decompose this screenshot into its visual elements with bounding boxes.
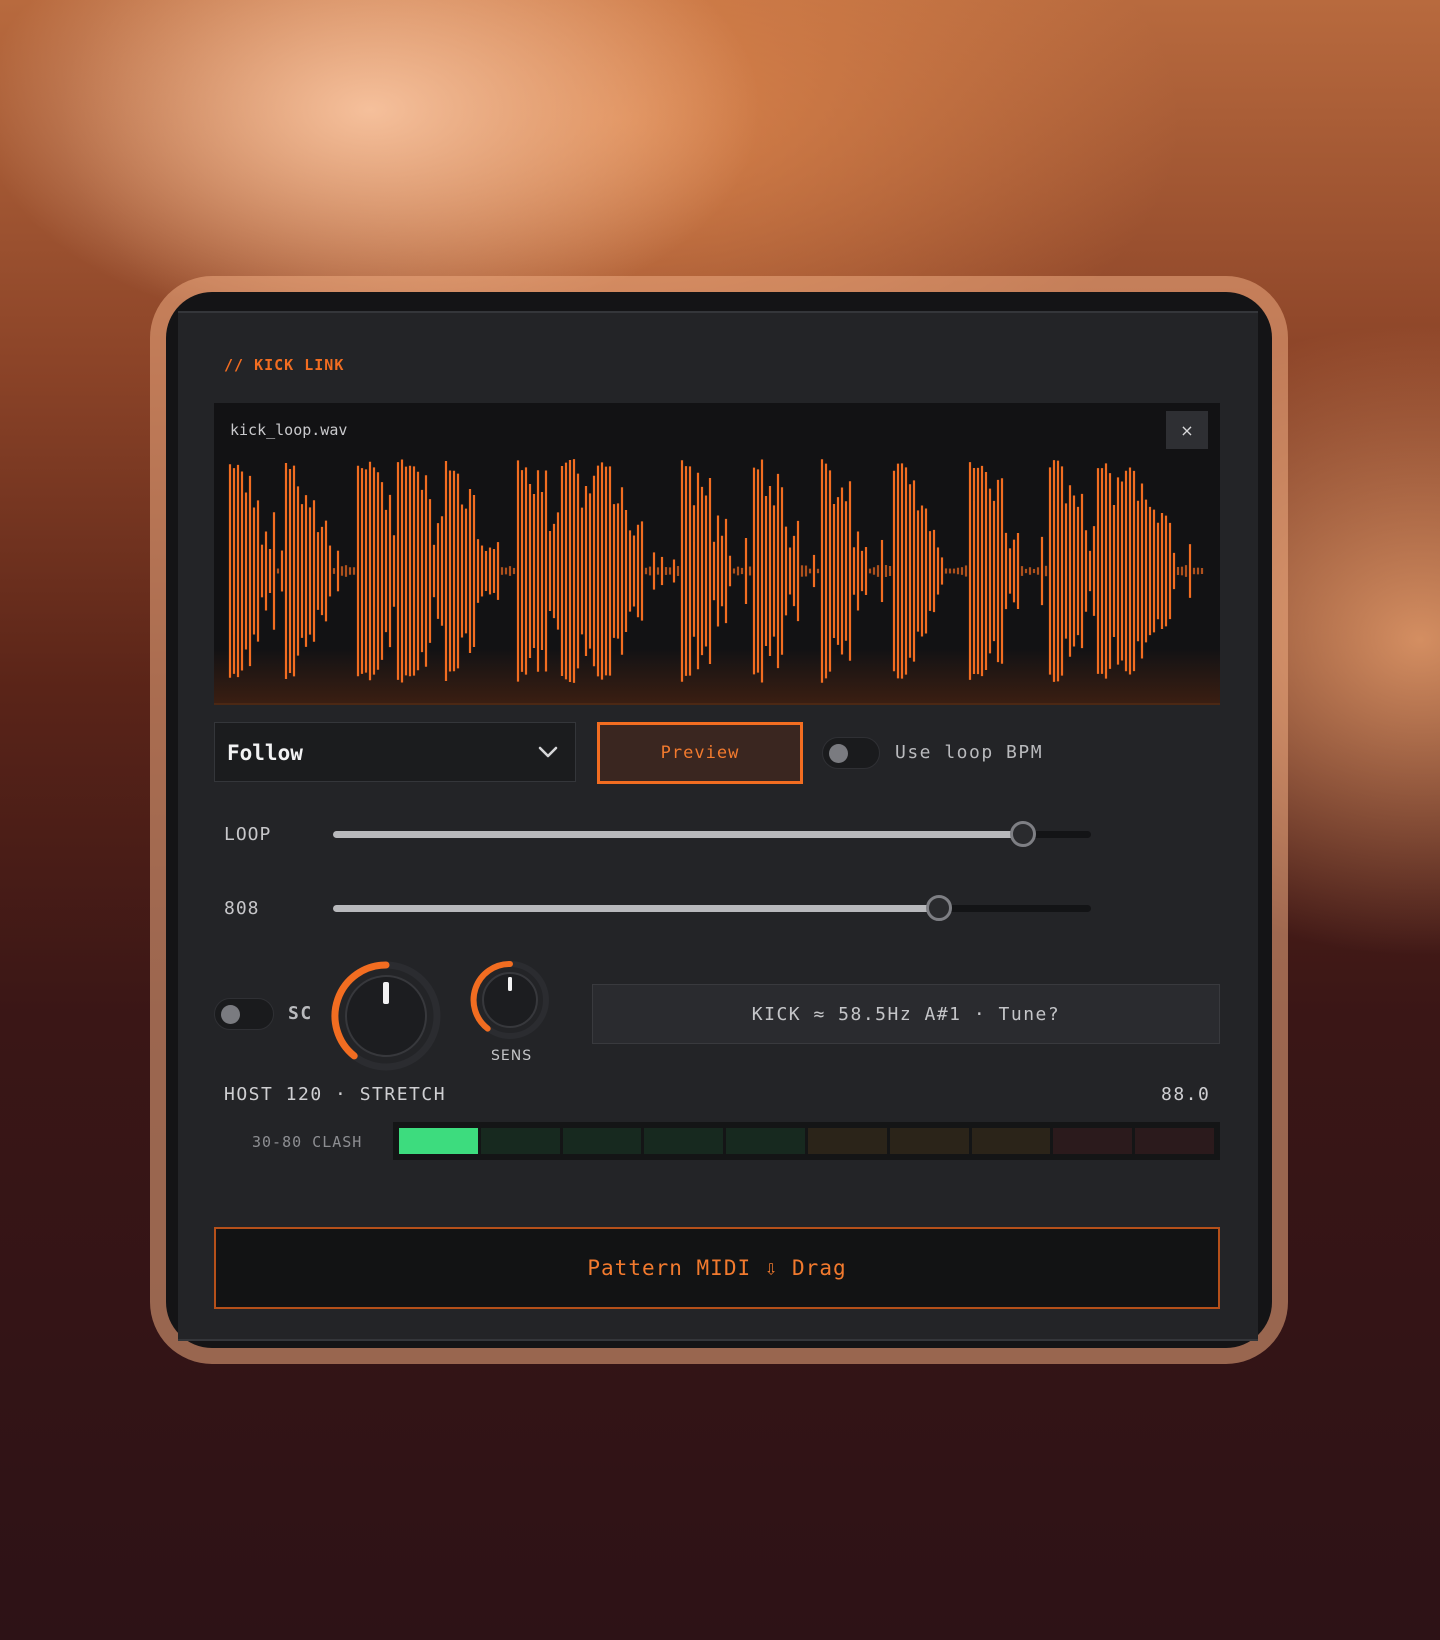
sens-knob-label: SENS (491, 1048, 533, 1064)
clash-meter-segment (807, 1128, 887, 1154)
loop-slider[interactable] (333, 821, 1091, 847)
clash-meter-segment (644, 1128, 724, 1154)
toggle-knob (221, 1005, 240, 1024)
sidechain-toggle[interactable] (214, 998, 274, 1030)
host-tempo-label: HOST 120 · STRETCH (224, 1084, 447, 1105)
clash-meter-segment (399, 1128, 478, 1154)
main-knob[interactable] (328, 958, 444, 1074)
tune-readout[interactable]: KICK ≈ 58.5Hz A#1 · Tune? (592, 984, 1220, 1044)
clash-meter-segment (971, 1128, 1051, 1154)
808-slider-fill (333, 905, 940, 912)
clash-meter-segment (480, 1128, 560, 1154)
waveform-filename: kick_loop.wav (230, 421, 348, 439)
clash-meter-segment (1135, 1128, 1214, 1154)
mode-select[interactable]: Follow (214, 722, 576, 782)
loop-bpm-toggle[interactable] (822, 737, 880, 769)
waveform-display[interactable]: kick_loop.wav × (214, 403, 1220, 705)
clash-meter-segment (726, 1128, 805, 1154)
loop-slider-fill (333, 831, 1023, 838)
clash-meter-segment (562, 1128, 642, 1154)
clash-meter-segment (1053, 1128, 1133, 1154)
clash-meter (393, 1122, 1220, 1160)
preview-button[interactable]: Preview (597, 722, 803, 784)
pattern-midi-drag-button[interactable]: Pattern MIDI ⇩ Drag (214, 1227, 1220, 1309)
loop-bpm-label: Use loop BPM (895, 742, 1044, 763)
plugin-title: // KICK LINK (224, 356, 345, 374)
loop-slider-thumb[interactable] (1009, 821, 1036, 847)
waveform-graph (228, 459, 1204, 683)
stretch-value: 88.0 (1161, 1084, 1211, 1105)
sens-knob[interactable] (468, 958, 552, 1042)
chevron-down-icon (538, 746, 558, 758)
808-slider-label: 808 (224, 898, 260, 919)
toggle-knob (829, 744, 848, 763)
close-icon[interactable]: × (1166, 411, 1208, 449)
clash-meter-label: 30-80 CLASH (252, 1133, 363, 1151)
loop-slider-label: LOOP (224, 824, 272, 845)
808-slider[interactable] (333, 895, 1091, 921)
clash-meter-segment (889, 1128, 969, 1154)
sidechain-label: SC (288, 1003, 313, 1024)
mode-select-value: Follow (227, 741, 303, 765)
